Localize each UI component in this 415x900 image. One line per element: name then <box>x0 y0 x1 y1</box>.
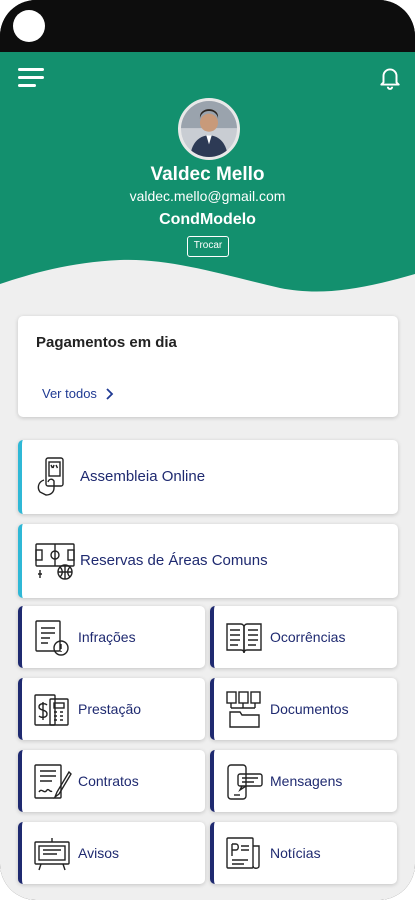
switch-condominium-button[interactable]: Trocar <box>187 236 229 257</box>
tile-label: Documentos <box>270 701 349 717</box>
camera-cutout <box>13 10 45 42</box>
user-photo <box>181 101 237 157</box>
tile-occurrences[interactable]: Ocorrências <box>210 606 397 668</box>
contracts-icon <box>34 764 72 800</box>
payments-status-title: Pagamentos em dia <box>36 334 177 351</box>
tile-label: Contratos <box>78 773 139 789</box>
documents-folder-icon <box>226 691 261 728</box>
status-bar <box>0 0 415 52</box>
chevron-right-icon <box>106 387 114 400</box>
messages-icon <box>227 764 263 800</box>
infractions-icon <box>35 620 69 656</box>
online-assembly-icon <box>37 457 64 496</box>
avatar[interactable] <box>178 98 240 160</box>
feature-label: Assembleia Online <box>80 468 206 485</box>
app-screen: Valdec Mello valdec.mello@gmail.com Cond… <box>0 52 415 900</box>
tile-notices[interactable]: Avisos <box>18 822 205 884</box>
tile-contracts[interactable]: Contratos <box>18 750 205 812</box>
see-all-payments-link[interactable]: Ver todos <box>42 386 114 401</box>
tile-label: Infrações <box>78 629 136 645</box>
tile-label: Prestação <box>78 701 142 717</box>
tile-messages[interactable]: Mensagens <box>210 750 397 812</box>
common-areas-icon <box>35 543 75 580</box>
tile-label: Notícias <box>270 845 321 861</box>
tile-documents[interactable]: Documentos <box>210 678 397 740</box>
tile-label: Avisos <box>78 845 119 861</box>
tile-label: Mensagens <box>270 773 343 789</box>
tile-infractions[interactable]: Infrações <box>18 606 205 668</box>
user-name: Valdec Mello <box>150 164 265 185</box>
tile-accounting[interactable]: Prestação <box>18 678 205 740</box>
occurrences-book-icon <box>226 623 262 654</box>
condominium-name: CondModelo <box>159 211 256 228</box>
payments-card: Pagamentos em dia Ver todos <box>18 316 398 417</box>
feature-common-area-reservations[interactable]: Reservas de Áreas Comuns <box>18 524 398 598</box>
bell-icon[interactable] <box>377 64 403 90</box>
tile-label: Ocorrências <box>270 629 346 645</box>
accounting-icon <box>34 694 69 726</box>
see-all-label: Ver todos <box>42 386 97 401</box>
phone-frame: Valdec Mello valdec.mello@gmail.com Cond… <box>0 0 415 900</box>
news-icon <box>226 837 260 869</box>
user-email: valdec.mello@gmail.com <box>129 188 286 204</box>
feature-online-assembly[interactable]: Assembleia Online <box>18 440 398 514</box>
hamburger-menu-icon[interactable] <box>18 68 48 88</box>
notices-board-icon <box>34 838 70 871</box>
feature-label: Reservas de Áreas Comuns <box>80 552 268 569</box>
tile-news[interactable]: Notícias <box>210 822 397 884</box>
